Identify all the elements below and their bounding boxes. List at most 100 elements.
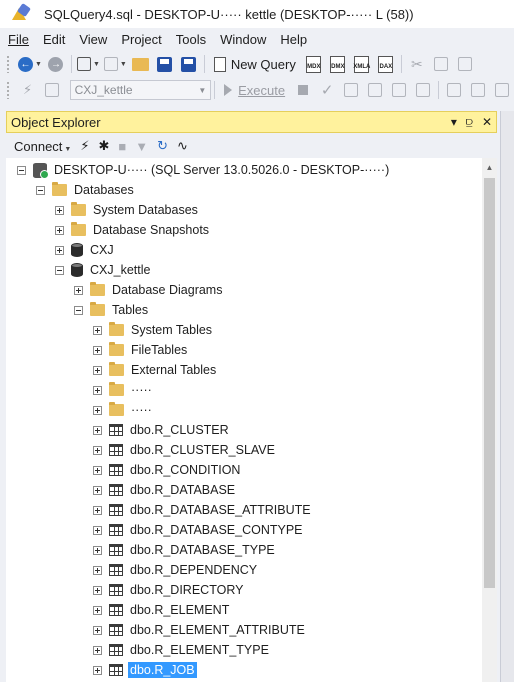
tree-node-label[interactable]: System Databases bbox=[91, 202, 200, 218]
toolbar-grip[interactable] bbox=[6, 81, 10, 99]
paste-button[interactable] bbox=[455, 53, 475, 75]
tree-node-label[interactable]: dbo.R_CLUSTER_SLAVE bbox=[128, 442, 277, 458]
query-designer-button[interactable] bbox=[365, 79, 385, 101]
collapse-icon[interactable] bbox=[36, 185, 45, 195]
expand-icon[interactable] bbox=[93, 525, 102, 535]
expand-icon[interactable] bbox=[55, 225, 64, 235]
results-to-file-button[interactable] bbox=[492, 79, 512, 101]
menu-help[interactable]: Help bbox=[276, 32, 313, 47]
expand-icon[interactable] bbox=[93, 405, 102, 415]
tree-node-t-database[interactable]: dbo.R_DATABASE bbox=[93, 480, 237, 500]
menu-file[interactable]: File bbox=[4, 32, 35, 47]
expand-icon[interactable] bbox=[93, 385, 102, 395]
expand-icon[interactable] bbox=[93, 485, 102, 495]
tree-node-label[interactable]: Database Diagrams bbox=[110, 282, 224, 298]
menu-view[interactable]: View bbox=[75, 32, 113, 47]
available-databases-select[interactable]: CXJ_kettle ▼ bbox=[69, 80, 212, 100]
save-all-button[interactable] bbox=[179, 53, 199, 75]
tree-node-label[interactable]: dbo.R_ELEMENT_TYPE bbox=[128, 642, 271, 658]
cancel-query-button[interactable] bbox=[293, 79, 313, 101]
new-project-button[interactable]: ▼ bbox=[76, 53, 100, 75]
tree-node-t-database-type[interactable]: dbo.R_DATABASE_TYPE bbox=[93, 540, 277, 560]
menu-project[interactable]: Project bbox=[117, 32, 167, 47]
tree-node-label[interactable]: ····· bbox=[129, 402, 154, 418]
tree-node-label[interactable]: DESKTOP-U····· (SQL Server 13.0.5026.0 -… bbox=[52, 162, 391, 178]
tree-node-t-cluster-slave[interactable]: dbo.R_CLUSTER_SLAVE bbox=[93, 440, 277, 460]
results-to-grid-button[interactable] bbox=[468, 79, 488, 101]
expand-icon[interactable] bbox=[93, 445, 102, 455]
tree-node-system-databases[interactable]: System Databases bbox=[55, 200, 200, 220]
tree-node-label[interactable]: Database Snapshots bbox=[91, 222, 211, 238]
disconnect-icon[interactable]: ✱ bbox=[99, 138, 110, 154]
tree-node-label[interactable]: CXJ_kettle bbox=[88, 262, 152, 278]
expand-icon[interactable] bbox=[93, 545, 102, 555]
intellisense-button[interactable] bbox=[413, 79, 433, 101]
refresh-icon[interactable]: ↻ bbox=[157, 138, 168, 154]
expand-icon[interactable] bbox=[55, 245, 64, 255]
expand-icon[interactable] bbox=[93, 505, 102, 515]
forward-button[interactable]: → bbox=[46, 53, 66, 75]
tree-node-databases[interactable]: Databases bbox=[36, 180, 136, 200]
save-button[interactable] bbox=[155, 53, 175, 75]
expand-icon[interactable] bbox=[93, 565, 102, 575]
menu-tools[interactable]: Tools bbox=[172, 32, 212, 47]
connect-button[interactable]: ⚡ bbox=[18, 79, 38, 101]
expand-icon[interactable] bbox=[93, 665, 102, 675]
tree-node-tables[interactable]: Tables bbox=[74, 300, 150, 320]
tree-node-label[interactable]: dbo.R_DIRECTORY bbox=[128, 582, 245, 598]
window-position-dropdown-icon[interactable]: ▾ bbox=[451, 115, 457, 129]
stop-icon[interactable]: ■ bbox=[118, 139, 126, 154]
tree-node-label[interactable]: dbo.R_DATABASE bbox=[128, 482, 237, 498]
query-options-button[interactable] bbox=[389, 79, 409, 101]
menu-window[interactable]: Window bbox=[216, 32, 272, 47]
tree-node-label[interactable]: dbo.R_JOB bbox=[128, 662, 197, 678]
expand-icon[interactable] bbox=[93, 465, 102, 475]
mdx-query-button[interactable]: MDX bbox=[304, 53, 324, 75]
connect-dropdown-button[interactable]: Connect ▼ bbox=[14, 139, 71, 154]
activity-monitor-icon[interactable]: ∿ bbox=[177, 138, 188, 154]
tree-node-label[interactable]: ····· bbox=[129, 382, 154, 398]
tree-node-label[interactable]: External Tables bbox=[129, 362, 218, 378]
tree-node-dropped-ledger-tables[interactable]: ····· bbox=[93, 400, 154, 420]
tree-node-system-tables[interactable]: System Tables bbox=[93, 320, 214, 340]
dax-query-button[interactable]: DAX bbox=[376, 53, 396, 75]
tree-node-label[interactable]: System Tables bbox=[129, 322, 214, 338]
tree-node-label[interactable]: dbo.R_CLUSTER bbox=[128, 422, 231, 438]
expand-icon[interactable] bbox=[93, 585, 102, 595]
tree-node-label[interactable]: dbo.R_ELEMENT_ATTRIBUTE bbox=[128, 622, 307, 638]
tree-node-t-job[interactable]: dbo.R_JOB bbox=[93, 660, 197, 680]
expand-icon[interactable] bbox=[55, 205, 64, 215]
tree-node-t-condition[interactable]: dbo.R_CONDITION bbox=[93, 460, 242, 480]
tree-node-label[interactable]: dbo.R_DEPENDENCY bbox=[128, 562, 259, 578]
tree-node-filetables[interactable]: FileTables bbox=[93, 340, 189, 360]
tree-node-label[interactable]: Databases bbox=[72, 182, 136, 198]
tree-node-db-cxj[interactable]: CXJ bbox=[55, 240, 116, 260]
tree-node-label[interactable]: dbo.R_DATABASE_CONTYPE bbox=[128, 522, 305, 538]
expand-icon[interactable] bbox=[93, 325, 102, 335]
back-button[interactable]: ← ▼ bbox=[18, 53, 42, 75]
add-item-button[interactable]: ▼ bbox=[103, 53, 127, 75]
expand-icon[interactable] bbox=[93, 605, 102, 615]
tree-node-database-diagrams[interactable]: Database Diagrams bbox=[74, 280, 224, 300]
dmx-query-button[interactable]: DMX bbox=[328, 53, 348, 75]
change-connection-button[interactable] bbox=[42, 79, 62, 101]
connect-plug-icon[interactable]: ⚡ bbox=[80, 138, 89, 154]
new-query-button[interactable]: New Query bbox=[210, 53, 300, 75]
execute-button[interactable]: Execute bbox=[224, 83, 285, 98]
tree-node-t-element[interactable]: dbo.R_ELEMENT bbox=[93, 600, 231, 620]
xmla-query-button[interactable]: XMLA bbox=[352, 53, 372, 75]
parse-button[interactable]: ✓ bbox=[317, 79, 337, 101]
tree-node-label[interactable]: dbo.R_DATABASE_ATTRIBUTE bbox=[128, 502, 313, 518]
scroll-up-button[interactable]: ▲ bbox=[482, 158, 497, 176]
tree-node-label[interactable]: dbo.R_CONDITION bbox=[128, 462, 242, 478]
results-to-text-button[interactable] bbox=[444, 79, 464, 101]
expand-icon[interactable] bbox=[93, 345, 102, 355]
tree-node-t-directory[interactable]: dbo.R_DIRECTORY bbox=[93, 580, 245, 600]
collapse-icon[interactable] bbox=[17, 165, 26, 175]
close-icon[interactable]: ✕ bbox=[482, 115, 492, 129]
toolbar-grip[interactable] bbox=[6, 55, 10, 73]
expand-icon[interactable] bbox=[93, 425, 102, 435]
expand-icon[interactable] bbox=[74, 285, 83, 295]
tree-node-t-dependency[interactable]: dbo.R_DEPENDENCY bbox=[93, 560, 259, 580]
tree-node-t-database-contype[interactable]: dbo.R_DATABASE_CONTYPE bbox=[93, 520, 305, 540]
